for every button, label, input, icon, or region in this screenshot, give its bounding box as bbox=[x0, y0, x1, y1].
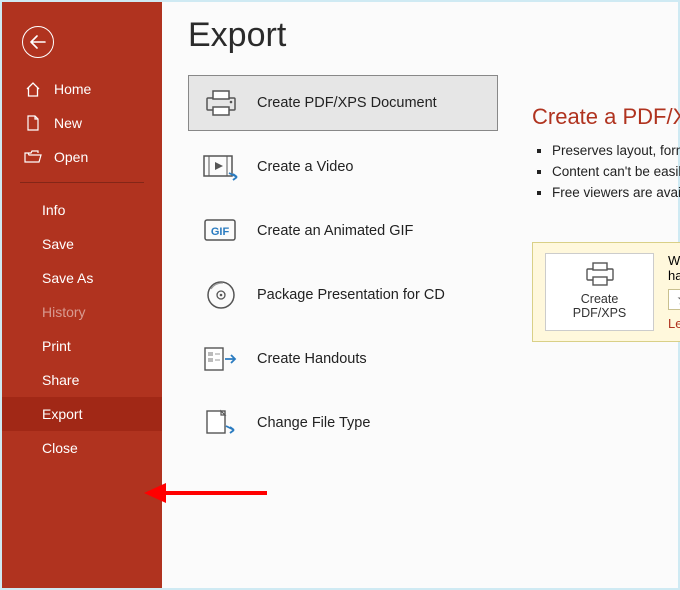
sidebar-item-label: Print bbox=[42, 338, 71, 354]
pdf-printer-icon bbox=[203, 87, 239, 119]
detail-bullet: Free viewers are availa bbox=[552, 182, 680, 203]
sidebar-item-share[interactable]: Share bbox=[2, 363, 162, 397]
button-label: Create PDF/XPS bbox=[554, 292, 645, 320]
option-create-video[interactable]: Create a Video bbox=[188, 139, 498, 195]
sidebar-item-close[interactable]: Close bbox=[2, 431, 162, 465]
backstage-root: SEMANTIC SIMILARITY-POST-REVIEW.pptx www… bbox=[0, 0, 680, 590]
pdf-printer-icon bbox=[584, 260, 616, 288]
sidebar-item-new[interactable]: New bbox=[2, 106, 162, 140]
sidebar-item-open[interactable]: Open bbox=[2, 140, 162, 174]
page-title: Export bbox=[188, 16, 678, 55]
home-icon bbox=[24, 82, 42, 97]
sidebar-item-save-as[interactable]: Save As bbox=[2, 261, 162, 295]
option-label: Package Presentation for CD bbox=[257, 287, 445, 303]
promo-text: We have bbox=[668, 253, 680, 283]
sidebar-item-label: Save bbox=[42, 236, 74, 252]
export-detail-pane: Create a PDF/X Preserves layout, forma C… bbox=[532, 104, 680, 203]
sidebar-item-label: New bbox=[54, 115, 82, 131]
option-create-pdf-xps[interactable]: Create PDF/XPS Document bbox=[188, 75, 498, 131]
sidebar-item-history: History bbox=[2, 295, 162, 329]
promo-panel: Create PDF/XPS We have Inv Learn m bbox=[532, 242, 680, 342]
option-label: Create a Video bbox=[257, 159, 353, 175]
option-label: Create Handouts bbox=[257, 351, 367, 367]
learn-more-link[interactable]: Learn m bbox=[668, 316, 680, 331]
option-create-handouts[interactable]: Create Handouts bbox=[188, 331, 498, 387]
back-button[interactable] bbox=[22, 26, 54, 58]
sidebar-item-home[interactable]: Home bbox=[2, 72, 162, 106]
create-pdf-xps-button[interactable]: Create PDF/XPS bbox=[545, 253, 654, 331]
sidebar-item-label: Home bbox=[54, 81, 91, 97]
handouts-icon bbox=[203, 343, 239, 375]
svg-text:GIF: GIF bbox=[211, 226, 230, 238]
option-create-gif[interactable]: GIF Create an Animated GIF bbox=[188, 203, 498, 259]
sidebar-item-info[interactable]: Info bbox=[2, 193, 162, 227]
sidebar-item-label: Close bbox=[42, 440, 78, 456]
detail-bullet: Preserves layout, forma bbox=[552, 140, 680, 161]
sidebar-item-export[interactable]: Export bbox=[2, 397, 162, 431]
promo-right: We have Inv Learn m bbox=[668, 253, 680, 331]
sidebar: Home New Open Info Save Save As History bbox=[2, 2, 162, 588]
investigate-button[interactable]: Inv bbox=[668, 289, 680, 310]
sidebar-divider bbox=[20, 182, 144, 183]
detail-heading: Create a PDF/X bbox=[532, 104, 680, 130]
arrow-left-icon bbox=[30, 35, 46, 49]
new-doc-icon bbox=[24, 115, 42, 131]
option-package-cd[interactable]: Package Presentation for CD bbox=[188, 267, 498, 323]
sidebar-item-label: Share bbox=[42, 372, 79, 388]
detail-bullet: Content can't be easily bbox=[552, 161, 680, 182]
change-file-type-icon bbox=[203, 407, 239, 439]
gif-icon: GIF bbox=[203, 215, 239, 247]
cd-icon bbox=[203, 279, 239, 311]
option-label: Create PDF/XPS Document bbox=[257, 95, 437, 111]
sidebar-item-save[interactable]: Save bbox=[2, 227, 162, 261]
option-change-file-type[interactable]: Change File Type bbox=[188, 395, 498, 451]
folder-open-icon bbox=[24, 150, 42, 164]
sidebar-item-label: Export bbox=[42, 406, 82, 422]
sidebar-item-label: Save As bbox=[42, 270, 93, 286]
export-options-list: Create PDF/XPS Document Create a Video G… bbox=[188, 75, 498, 451]
detail-bullets: Preserves layout, forma Content can't be… bbox=[552, 140, 680, 203]
sidebar-item-label: History bbox=[42, 304, 86, 320]
sidebar-item-label: Info bbox=[42, 202, 65, 218]
video-icon bbox=[203, 151, 239, 183]
option-label: Create an Animated GIF bbox=[257, 223, 413, 239]
sidebar-item-label: Open bbox=[54, 149, 88, 165]
option-label: Change File Type bbox=[257, 415, 370, 431]
sidebar-item-print[interactable]: Print bbox=[2, 329, 162, 363]
